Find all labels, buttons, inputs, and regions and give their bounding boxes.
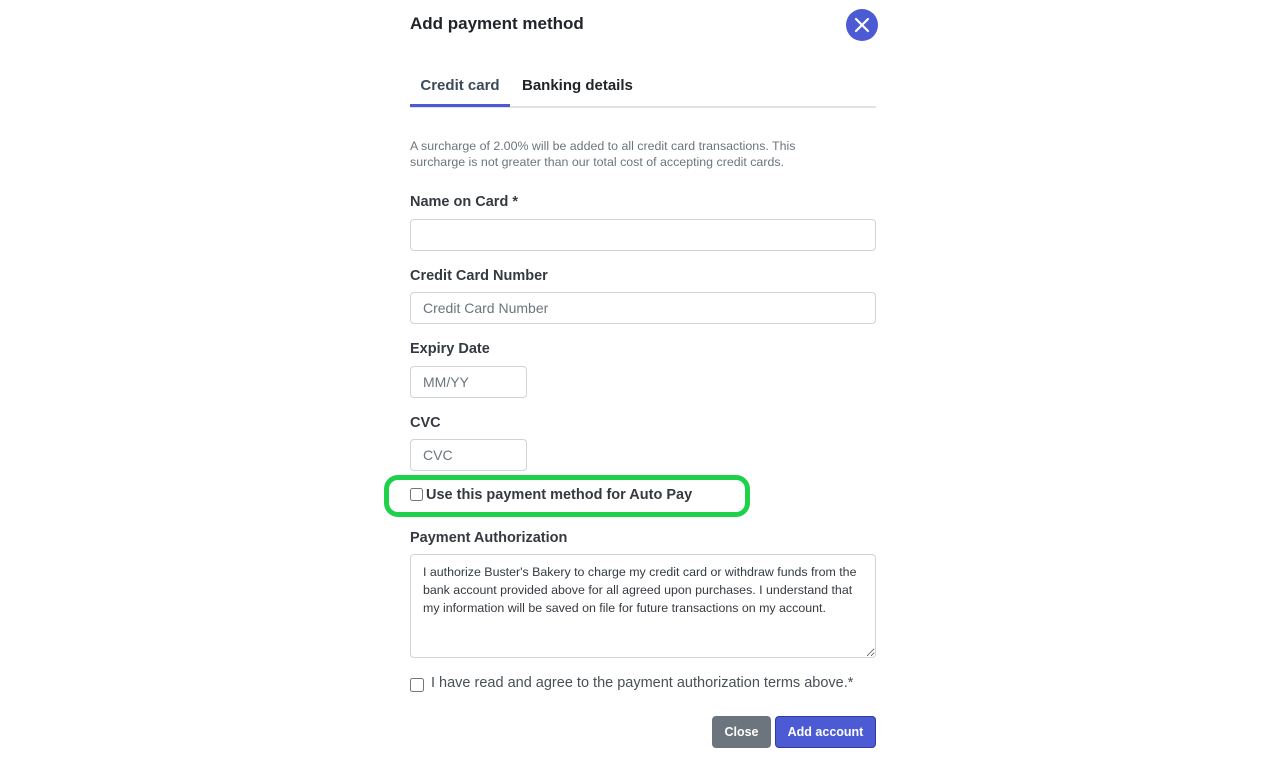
- expiry-date-input[interactable]: [410, 366, 527, 398]
- autopay-checkbox[interactable]: [410, 488, 423, 501]
- close-icon: [854, 17, 870, 33]
- add-payment-modal: Add payment method Credit card Banking d…: [384, 0, 878, 763]
- modal-title: Add payment method: [410, 14, 584, 33]
- agree-terms-label[interactable]: I have read and agree to the payment aut…: [431, 675, 853, 691]
- close-button[interactable]: Close: [712, 716, 771, 748]
- cvc-label: CVC: [410, 415, 441, 431]
- card-number-input[interactable]: [410, 292, 876, 324]
- cvc-input[interactable]: [410, 439, 527, 471]
- name-on-card-input[interactable]: [410, 219, 876, 251]
- expiry-date-label: Expiry Date: [410, 341, 490, 357]
- surcharge-notice: A surcharge of 2.00% will be added to al…: [410, 139, 796, 169]
- tab-credit-card[interactable]: Credit card: [410, 66, 510, 107]
- tab-banking-details[interactable]: Banking details: [522, 66, 633, 106]
- agree-terms-checkbox[interactable]: [410, 678, 424, 692]
- name-on-card-label: Name on Card *: [410, 194, 518, 210]
- payment-tabs: Credit card Banking details: [410, 66, 876, 108]
- authorization-terms-textarea[interactable]: I authorize Buster's Bakery to charge my…: [410, 554, 876, 658]
- card-number-label: Credit Card Number: [410, 268, 548, 284]
- close-modal-button[interactable]: [846, 9, 878, 41]
- add-account-button[interactable]: Add account: [775, 716, 876, 748]
- payment-authorization-label: Payment Authorization: [410, 530, 568, 546]
- autopay-label[interactable]: Use this payment method for Auto Pay: [426, 487, 692, 503]
